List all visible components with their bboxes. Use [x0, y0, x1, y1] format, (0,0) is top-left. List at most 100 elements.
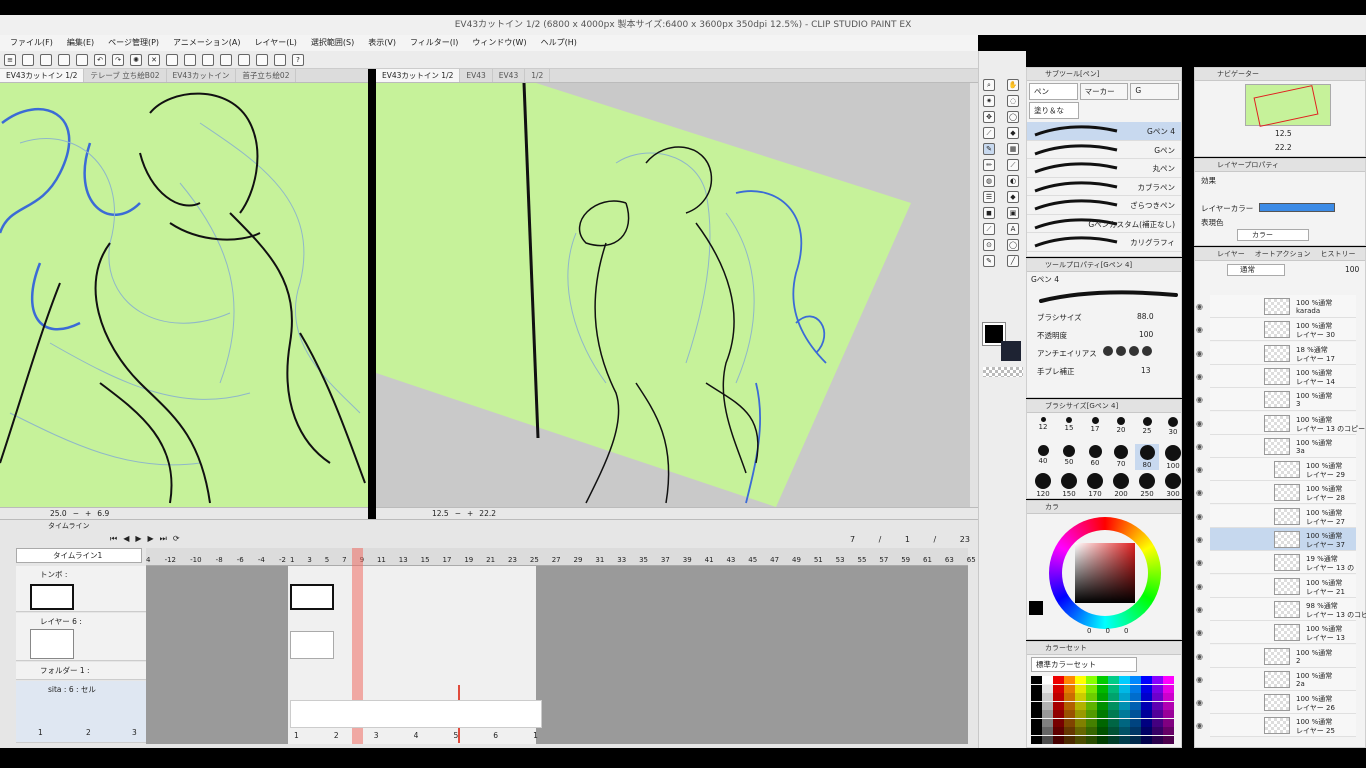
- palette-swatch[interactable]: [1064, 718, 1075, 727]
- text-tool-icon[interactable]: A: [1007, 223, 1019, 235]
- line-tool-icon[interactable]: ╱: [1007, 255, 1019, 267]
- layer-row[interactable]: ◉ 100 %通常 3: [1196, 388, 1356, 412]
- palette-swatch[interactable]: [1108, 735, 1119, 744]
- antialias-row[interactable]: アンチエイリアス: [1027, 344, 1181, 362]
- brush-size-option[interactable]: 17: [1083, 416, 1107, 442]
- palette-swatch[interactable]: [1064, 727, 1075, 735]
- palette-swatch[interactable]: [1152, 727, 1163, 735]
- layer-color-swatch[interactable]: [1259, 203, 1335, 212]
- saturation-value-square[interactable]: [1075, 543, 1135, 603]
- brush-size-option[interactable]: 15: [1057, 416, 1081, 442]
- snap-ruler-icon[interactable]: [220, 53, 232, 66]
- palette-swatch[interactable]: [1130, 710, 1141, 718]
- palette-swatch[interactable]: [1163, 727, 1174, 735]
- visibility-eye-icon[interactable]: ◉: [1196, 349, 1203, 358]
- layer-row[interactable]: ◉ 100 %通常 2a: [1196, 667, 1356, 691]
- airbrush-tool-icon[interactable]: ◍: [983, 175, 995, 187]
- brush-size-value[interactable]: 88.0: [1137, 312, 1154, 321]
- visibility-eye-icon[interactable]: ◉: [1196, 628, 1203, 637]
- balloon-tool-icon[interactable]: ⊙: [983, 239, 995, 251]
- antialias-options[interactable]: [1103, 346, 1152, 356]
- layer-row[interactable]: ◉ 100 %通常 レイヤー 21: [1196, 574, 1356, 598]
- palette-swatch[interactable]: [1031, 727, 1042, 735]
- palette-swatch[interactable]: [1097, 727, 1108, 735]
- visibility-eye-icon[interactable]: ◉: [1196, 535, 1203, 544]
- palette-swatch[interactable]: [1053, 693, 1064, 701]
- palette-swatch[interactable]: [1108, 693, 1119, 701]
- palette-swatch[interactable]: [1152, 701, 1163, 710]
- blend-tool-icon[interactable]: ◐: [1007, 175, 1019, 187]
- layer-row[interactable]: ◉ 100 %通常 レイヤー 14: [1196, 364, 1356, 388]
- palette-swatch[interactable]: [1152, 693, 1163, 701]
- palette-swatch[interactable]: [1119, 727, 1130, 735]
- brush-size-row[interactable]: ブラシサイズ 88.0: [1027, 308, 1181, 326]
- palette-swatch[interactable]: [1086, 684, 1097, 693]
- menu-page[interactable]: ページ管理(P): [108, 35, 159, 51]
- last-frame-icon[interactable]: ⏭: [160, 534, 167, 546]
- brush-item[interactable]: カブラペン: [1027, 178, 1181, 196]
- move-tool-icon[interactable]: ✥: [983, 111, 995, 123]
- snap-special-icon[interactable]: [238, 53, 250, 66]
- brush-size-option[interactable]: 100: [1161, 444, 1185, 470]
- left-tab-4[interactable]: 首子立ち絵02: [236, 69, 297, 82]
- green-value[interactable]: 0: [1105, 627, 1109, 637]
- palette-swatch[interactable]: [1130, 735, 1141, 744]
- palette-swatch[interactable]: [1075, 693, 1086, 701]
- palette-swatch[interactable]: [1064, 684, 1075, 693]
- palette-swatch[interactable]: [1141, 676, 1152, 684]
- brush-item[interactable]: Gペン 4: [1027, 122, 1181, 141]
- palette-swatch[interactable]: [1053, 701, 1064, 710]
- brush-size-option[interactable]: 25: [1135, 416, 1159, 442]
- brush-item[interactable]: 丸ペン: [1027, 159, 1181, 178]
- palette-swatch[interactable]: [1130, 693, 1141, 701]
- palette-swatch[interactable]: [1119, 735, 1130, 744]
- undo-icon[interactable]: ↶: [94, 53, 106, 66]
- tombo-cel[interactable]: [290, 584, 334, 610]
- subtool-tab-pen[interactable]: ペン: [1029, 83, 1078, 100]
- palette-swatch[interactable]: [1097, 693, 1108, 701]
- palette-swatch[interactable]: [1097, 701, 1108, 710]
- palette-swatch[interactable]: [1141, 684, 1152, 693]
- menu-filter[interactable]: フィルター(I): [410, 35, 458, 51]
- palette-swatch[interactable]: [1119, 701, 1130, 710]
- brush-size-option[interactable]: 60: [1083, 444, 1107, 470]
- transparent-color-swatch[interactable]: [983, 367, 1023, 377]
- material-icon[interactable]: [274, 53, 286, 66]
- visibility-eye-icon[interactable]: ◉: [1196, 605, 1203, 614]
- palette-swatch[interactable]: [1119, 710, 1130, 718]
- palette-swatch[interactable]: [1097, 676, 1108, 684]
- visibility-eye-icon[interactable]: ◉: [1196, 582, 1203, 591]
- visibility-eye-icon[interactable]: ◉: [1196, 652, 1203, 661]
- brush-size-option[interactable]: 50: [1057, 444, 1081, 470]
- brush-size-option[interactable]: 170: [1083, 472, 1107, 498]
- left-tab-1[interactable]: EV43カットイン 1/2: [0, 69, 85, 82]
- menu-layer[interactable]: レイヤー(L): [254, 35, 296, 51]
- visibility-eye-icon[interactable]: ◉: [1196, 325, 1203, 334]
- palette-swatch[interactable]: [1086, 735, 1097, 744]
- visibility-eye-icon[interactable]: ◉: [1196, 442, 1203, 451]
- palette-swatch[interactable]: [1031, 676, 1042, 684]
- brush-size-option[interactable]: 200: [1109, 472, 1133, 498]
- menu-animation[interactable]: アニメーション(A): [173, 35, 240, 51]
- navigator-preview[interactable]: [1245, 84, 1331, 127]
- color-wheel-main-swatch[interactable]: [1029, 601, 1043, 615]
- palette-swatch[interactable]: [1042, 710, 1053, 718]
- pen-tool-icon[interactable]: ✎: [983, 143, 995, 155]
- stabilizer-row[interactable]: 手ブレ補正 13: [1027, 362, 1181, 380]
- zoom-tool-icon[interactable]: ⌕: [983, 79, 995, 91]
- selection-tool-icon[interactable]: ◯: [1007, 111, 1019, 123]
- color-set-select[interactable]: 標準カラーセット: [1031, 657, 1137, 672]
- fill-tool-icon[interactable]: ◆: [1007, 127, 1019, 139]
- blend-mode-select[interactable]: 通常: [1227, 264, 1285, 276]
- palette-swatch[interactable]: [1031, 701, 1042, 710]
- left-canvas[interactable]: [0, 83, 368, 507]
- palette-swatch[interactable]: [1097, 684, 1108, 693]
- menu-file[interactable]: ファイル(F): [10, 35, 53, 51]
- palette-swatch[interactable]: [1053, 718, 1064, 727]
- palette-swatch[interactable]: [1163, 701, 1174, 710]
- sub-color-swatch[interactable]: [1001, 341, 1021, 361]
- right-tab-2[interactable]: EV43: [460, 69, 493, 82]
- palette-swatch[interactable]: [1130, 684, 1141, 693]
- snap-grid-icon[interactable]: [256, 53, 268, 66]
- track-tombo[interactable]: トンボ :: [16, 566, 146, 612]
